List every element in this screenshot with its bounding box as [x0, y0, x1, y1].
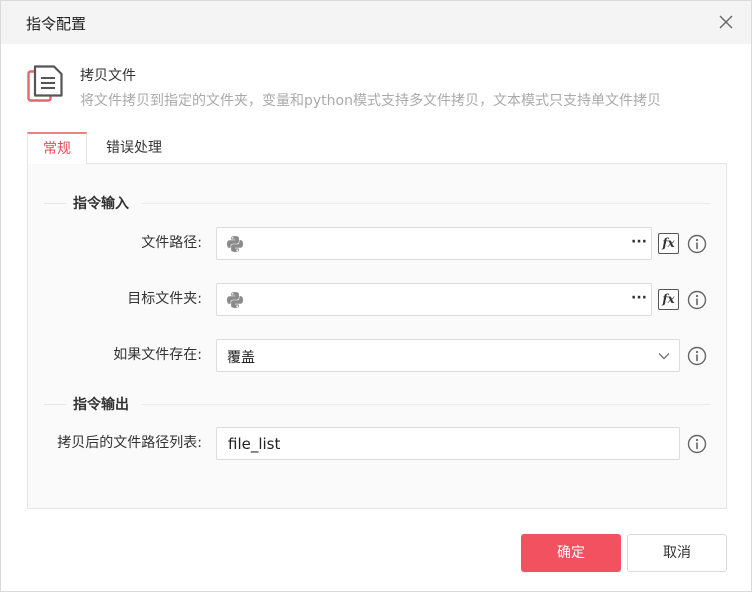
command-config-dialog: 指令配置 拷贝文件 将文件拷贝到指定的文件夹，变量和python模式支持多文件拷… [0, 0, 752, 592]
divider [141, 404, 710, 405]
if-exists-label: 如果文件存在: [113, 347, 202, 363]
python-icon [227, 292, 243, 308]
cancel-button[interactable]: 取消 [627, 534, 727, 572]
chevron-down-icon [658, 353, 670, 360]
target-folder-input[interactable]: ··· [216, 283, 652, 316]
if-exists-select[interactable]: 覆盖 [216, 339, 680, 372]
output-list-input[interactable]: file_list [216, 427, 680, 460]
output-list-label: 拷贝后的文件路径列表: [57, 435, 202, 451]
info-icon[interactable] [687, 434, 707, 454]
info-icon[interactable] [687, 346, 707, 366]
dialog-titlebar: 指令配置 [1, 1, 751, 44]
python-icon [227, 236, 243, 252]
section-input: 指令输入 [28, 193, 726, 213]
close-icon[interactable] [717, 13, 735, 31]
settings-panel: 指令输入 文件路径: ··· fx 目标文件夹: ··· fx 如果文件存在: … [27, 163, 727, 509]
target-folder-label: 目标文件夹: [127, 291, 202, 307]
fx-icon[interactable]: fx [658, 233, 679, 254]
divider [44, 404, 66, 405]
dialog-title: 指令配置 [26, 15, 87, 33]
output-list-value: file_list [228, 435, 281, 453]
command-description: 将文件拷贝到指定的文件夹，变量和python模式支持多文件拷贝，文本模式只支持单… [80, 93, 661, 109]
info-icon[interactable] [687, 290, 707, 310]
if-exists-value: 覆盖 [227, 350, 255, 366]
command-name: 拷贝文件 [80, 68, 136, 84]
more-options-button[interactable]: ··· [631, 234, 647, 250]
info-icon[interactable] [687, 234, 707, 254]
file-path-input[interactable]: ··· [216, 227, 652, 260]
tab-error-handling[interactable]: 错误处理 [89, 132, 179, 164]
more-options-button[interactable]: ··· [631, 290, 647, 306]
section-output-title: 指令输出 [73, 397, 129, 413]
fx-icon[interactable]: fx [658, 289, 679, 310]
file-path-label: 文件路径: [141, 235, 202, 251]
tab-general[interactable]: 常规 [27, 132, 87, 164]
section-input-title: 指令输入 [73, 196, 129, 212]
confirm-button[interactable]: 确定 [521, 534, 621, 572]
section-output: 指令输出 [28, 394, 726, 414]
divider [44, 203, 66, 204]
copy-file-icon [27, 65, 63, 102]
divider [141, 203, 710, 204]
